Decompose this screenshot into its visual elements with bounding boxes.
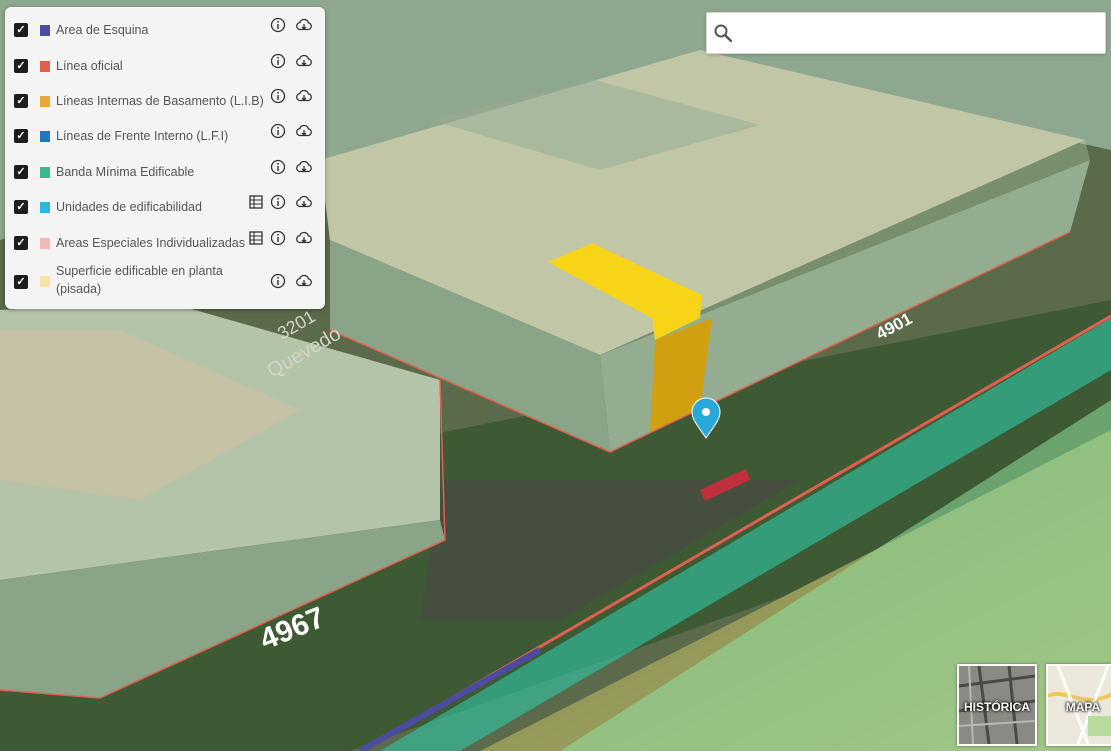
layer-label: Areas Especiales Individualizadas [56,236,245,250]
layer-label: Unidades de edificabilidad [56,200,202,214]
layer-row: ✓ Línea oficial [5,51,325,85]
cloud-download-icon[interactable] [295,230,313,246]
layer-checkbox[interactable]: ✓ [14,200,28,214]
layer-checkbox[interactable]: ✓ [14,23,28,37]
info-icon[interactable] [270,123,286,139]
info-icon[interactable] [270,273,286,289]
table-icon[interactable] [248,230,264,246]
layer-color-swatch [40,25,50,36]
layer-row: ✓ Líneas de Frente Interno (L.F.I) [5,121,325,155]
layer-label: Superficie edificable en planta (pisada) [56,264,223,296]
layer-color-swatch [40,202,50,213]
layer-color-swatch [40,61,50,72]
table-icon[interactable] [248,194,264,210]
search-input[interactable] [743,19,1097,47]
layer-label: Banda Mínima Edificable [56,165,195,179]
layer-row: ✓ Area de Esquina [5,15,325,49]
layer-checkbox[interactable]: ✓ [14,165,28,179]
layer-checkbox[interactable]: ✓ [14,59,28,73]
layer-color-swatch [40,276,50,287]
info-icon[interactable] [270,17,286,33]
basemap-mapa[interactable]: MAPA [1046,664,1111,746]
info-icon[interactable] [270,53,286,69]
search-icon[interactable] [713,23,733,43]
layer-checkbox[interactable]: ✓ [14,129,28,143]
cloud-download-icon[interactable] [295,273,313,289]
info-icon[interactable] [270,230,286,246]
layer-label: Línea oficial [56,59,123,73]
layer-color-swatch [40,131,50,142]
basemap-historica-label: HISTÓRICA [964,700,1030,714]
layer-checkbox[interactable]: ✓ [14,275,28,289]
layer-row: ✓ Areas Especiales Individualizadas [5,228,325,262]
info-icon[interactable] [270,194,286,210]
layer-label: Area de Esquina [56,23,149,37]
layer-label: Líneas Internas de Basamento (L.I.B) [56,94,264,108]
search-box [706,12,1106,54]
cloud-download-icon[interactable] [295,123,313,139]
layer-row: ✓ Banda Mínima Edificable [5,157,325,191]
layer-color-swatch [40,238,50,249]
layer-color-swatch [40,96,50,107]
layer-checkbox[interactable]: ✓ [14,236,28,250]
cloud-download-icon[interactable] [295,17,313,33]
basemap-mapa-label: MAPA [1065,700,1101,714]
layer-row: ✓ Superficie edificable en planta (pisada… [5,263,325,297]
cloud-download-icon[interactable] [295,159,313,175]
basemap-historica[interactable]: HISTÓRICA [957,664,1037,746]
layer-label: Líneas de Frente Interno (L.F.I) [56,129,229,143]
cloud-download-icon[interactable] [295,53,313,69]
layer-checkbox[interactable]: ✓ [14,94,28,108]
layer-color-swatch [40,167,50,178]
info-icon[interactable] [270,88,286,104]
layers-panel: ✓ Area de Esquina ✓ Línea oficial ✓ Líneas In… [5,7,325,309]
layer-row: ✓ Líneas Internas de Basamento (L.I.B) [5,86,325,120]
cloud-download-icon[interactable] [295,88,313,104]
layer-row: ✓ Unidades de edificabilidad [5,192,325,226]
info-icon[interactable] [270,159,286,175]
cloud-download-icon[interactable] [295,194,313,210]
